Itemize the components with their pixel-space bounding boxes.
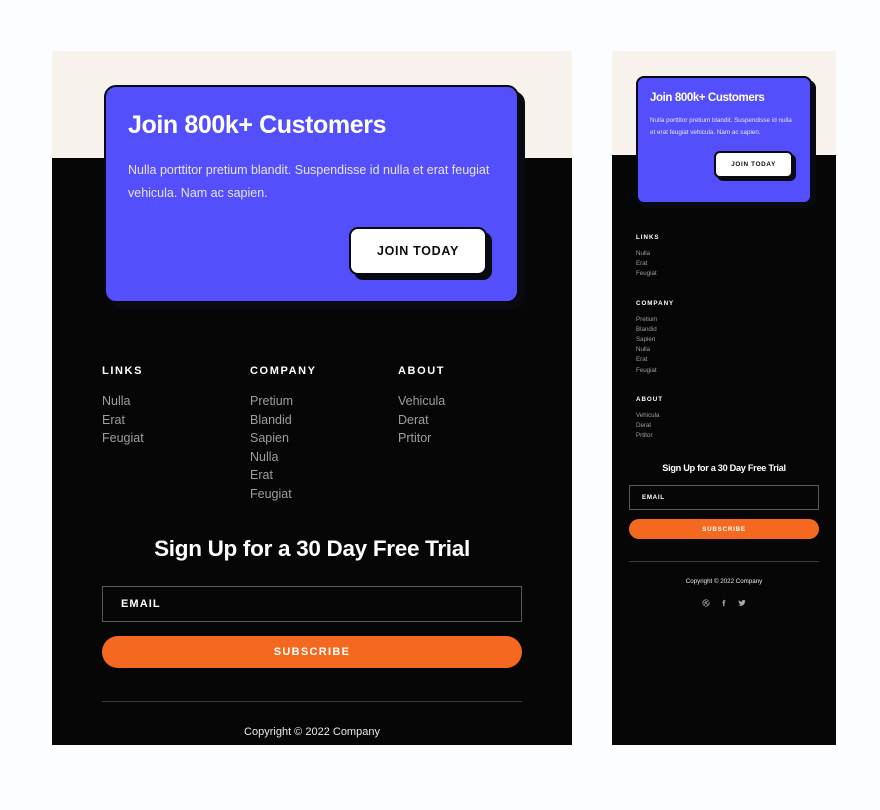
hero-title: Join 800k+ Customers [650, 92, 765, 104]
footer-column-heading: LINKS [636, 234, 660, 241]
subscribe-button[interactable]: SUBSCRIBE [102, 636, 522, 668]
footer-link[interactable]: Nulla [636, 249, 836, 259]
footer-link[interactable]: Nulla [250, 448, 398, 467]
footer-link[interactable]: Feugiat [636, 269, 836, 279]
footer-link[interactable]: Nulla [102, 392, 250, 411]
hero-title: Join 800k+ Customers [128, 111, 387, 139]
signup-title: Sign Up for a 30 Day Free Trial [662, 463, 786, 474]
footer-link[interactable]: Prtitor [398, 429, 445, 448]
footer-column-heading: ABOUT [636, 395, 663, 403]
copyright-text: Copyright © 2022 Company [244, 726, 380, 738]
desktop-footer-preview: Join 800k+ Customers Nulla porttitor pre… [52, 51, 572, 745]
hero-body-text: Nulla porttitor pretium blandit. Suspend… [128, 162, 490, 200]
footer-link[interactable]: Feugiat [102, 429, 250, 448]
footer-link[interactable]: Blandid [636, 325, 836, 335]
footer-link[interactable]: Feugiat [636, 366, 836, 376]
footer-link[interactable]: Erat [250, 466, 398, 485]
dribbble-icon[interactable] [702, 599, 710, 608]
footer-column-heading: LINKS [102, 365, 143, 377]
footer-column-company: COMPANY Pretium Blandid Sapien Nulla Era… [250, 365, 398, 503]
signup-section-desktop: Sign Up for a 30 Day Free Trial SUBSCRIB… [102, 536, 522, 668]
footer-link[interactable]: Feugiat [250, 485, 398, 504]
footer-column-heading: ABOUT [398, 365, 446, 377]
footer-column-about: ABOUT Vehicula Derat Prtitor [398, 365, 445, 503]
subscribe-button[interactable]: SUBSCRIBE [629, 519, 819, 540]
footer-link[interactable]: Pretium [636, 315, 836, 325]
footer-divider [629, 561, 819, 563]
footer-divider [102, 701, 522, 702]
mobile-footer-preview: Join 800k+ Customers Nulla porttitor pre… [612, 51, 836, 745]
signup-title: Sign Up for a 30 Day Free Trial [154, 536, 470, 561]
footer-column-links: LINKS Nulla Erat Feugiat [636, 234, 836, 280]
join-today-button-wrapper: JOIN TODAY [348, 227, 492, 280]
hero-card-wrapper-desktop: Join 800k+ Customers Nulla porttitor pre… [104, 85, 525, 309]
join-today-button-wrapper: JOIN TODAY [714, 150, 796, 181]
screenshot-canvas: Join 800k+ Customers Nulla porttitor pre… [0, 0, 880, 810]
signup-section-mobile: Sign Up for a 30 Day Free Trial SUBSCRIB… [629, 463, 819, 540]
email-input[interactable] [102, 586, 522, 622]
hero-card-mobile: Join 800k+ Customers Nulla porttitor pre… [636, 76, 812, 204]
footer-link[interactable]: Sapien [636, 335, 836, 345]
footer-link[interactable]: Vehicula [636, 411, 836, 421]
facebook-icon[interactable] [720, 599, 728, 607]
footer-link[interactable]: Erat [636, 259, 836, 269]
footer-link[interactable]: Prtitor [636, 431, 836, 441]
footer-link[interactable]: Pretium [250, 392, 398, 411]
hero-card-wrapper-mobile: Join 800k+ Customers Nulla porttitor pre… [636, 76, 816, 208]
footer-link[interactable]: Sapien [250, 429, 398, 448]
footer-link[interactable]: Derat [636, 421, 836, 431]
footer-column-company: COMPANY Pretium Blandid Sapien Nulla Era… [636, 300, 836, 376]
footer-link-columns-mobile: LINKS Nulla Erat Feugiat COMPANY Pretium… [636, 234, 836, 441]
footer-column-heading: COMPANY [250, 365, 317, 377]
hero-body-text: Nulla porttitor pretium blandit. Suspend… [650, 117, 792, 136]
footer-link[interactable]: Erat [102, 411, 250, 430]
email-input[interactable] [629, 485, 819, 511]
footer-link[interactable]: Derat [398, 411, 445, 430]
footer-link[interactable]: Nulla [636, 345, 836, 355]
footer-column-about: ABOUT Vehicula Derat Prtitor [636, 396, 836, 442]
footer-column-heading: COMPANY [636, 299, 675, 307]
footer-bottom-desktop: Copyright © 2022 Company [102, 701, 522, 745]
join-today-button[interactable]: JOIN TODAY [714, 150, 793, 178]
twitter-icon[interactable] [738, 599, 746, 607]
footer-column-links: LINKS Nulla Erat Feugiat [102, 365, 250, 503]
join-today-button[interactable]: JOIN TODAY [348, 227, 487, 275]
footer-link[interactable]: Erat [636, 355, 836, 365]
hero-card-desktop: Join 800k+ Customers Nulla porttitor pre… [104, 85, 519, 303]
footer-link-columns-desktop: LINKS Nulla Erat Feugiat COMPANY Pretium… [102, 365, 572, 503]
footer-link[interactable]: Blandid [250, 411, 398, 430]
copyright-text: Copyright © 2022 Company [685, 578, 763, 586]
hero-cta-row: JOIN TODAY [650, 150, 797, 181]
footer-bottom-mobile: Copyright © 2022 Company [629, 561, 819, 608]
social-links-row [629, 599, 819, 608]
footer-link[interactable]: Vehicula [398, 392, 445, 411]
hero-cta-row: JOIN TODAY [128, 227, 493, 280]
